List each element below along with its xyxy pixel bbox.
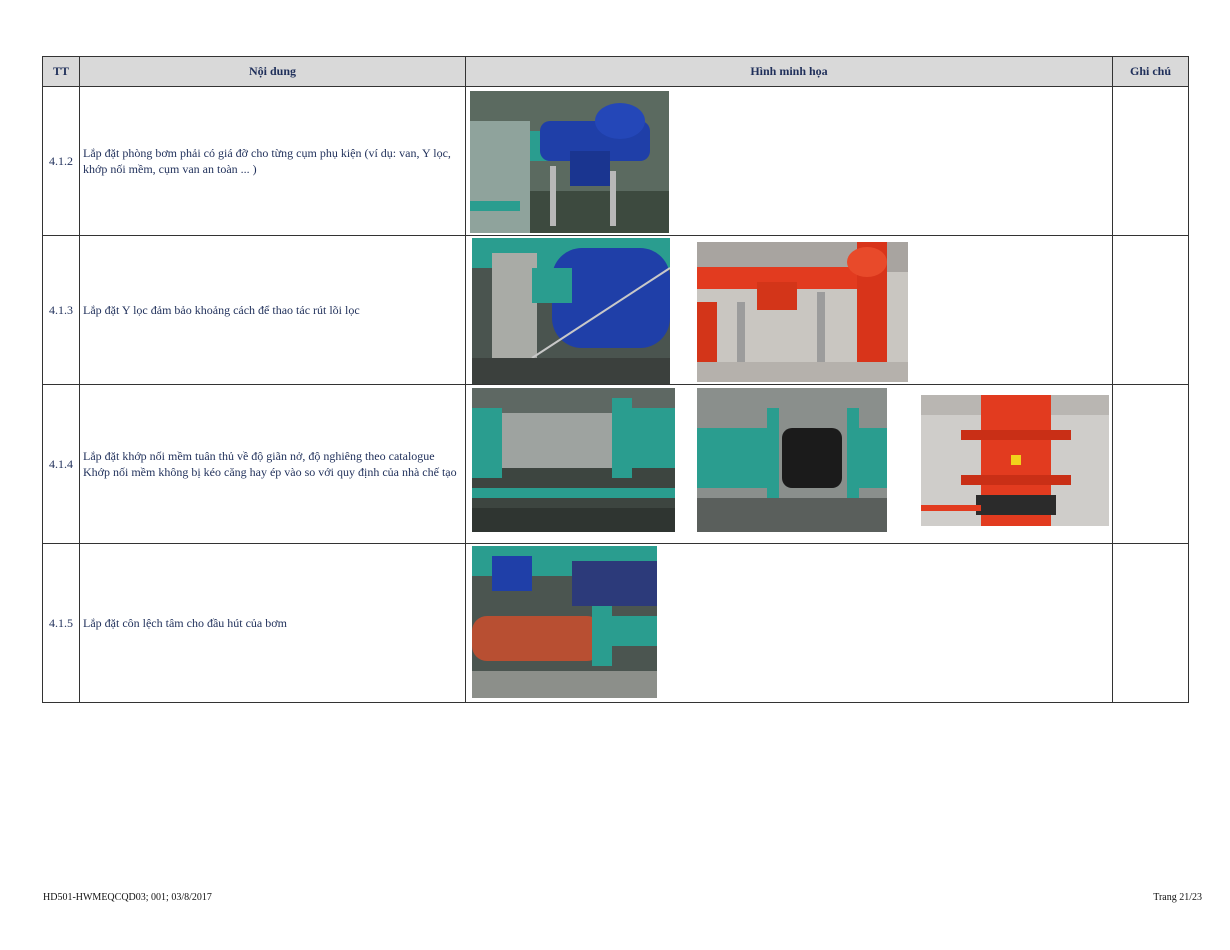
table-row: 4.1.3 Lắp đặt Y lọc đảm bảo khoảng cách … <box>42 235 1189 385</box>
row-number: 4.1.2 <box>42 86 80 236</box>
row-content-line-2: Khớp nối mềm không bị kéo căng hay ép và… <box>83 465 457 479</box>
row-illustrations <box>465 384 1113 544</box>
row-content: Lắp đặt phòng bơm phải có giá đỡ cho từn… <box>79 86 466 236</box>
row-number: 4.1.5 <box>42 543 80 703</box>
row-note <box>1112 384 1189 544</box>
row-number: 4.1.3 <box>42 235 80 385</box>
row-content: Lắp đặt côn lệch tâm cho đầu hút của bơm <box>79 543 466 703</box>
specification-table: TT Nội dung Hình minh họa Ghi chú 4.1.2 … <box>42 56 1189 703</box>
header-tt: TT <box>42 56 80 87</box>
photo-y-strainer-clearance <box>472 238 670 384</box>
photo-eccentric-reducer <box>472 546 657 698</box>
row-note <box>1112 543 1189 703</box>
footer-document-code: HD501-HWMEQCQD03; 001; 03/8/2017 <box>43 892 212 903</box>
photo-rubber-flex-joint <box>697 388 887 532</box>
row-illustrations <box>465 235 1113 385</box>
table-row: 4.1.4 Lắp đặt khớp nối mềm tuân thủ về đ… <box>42 384 1189 544</box>
row-illustrations <box>465 86 1113 236</box>
row-illustrations <box>465 543 1113 703</box>
row-number: 4.1.4 <box>42 384 80 544</box>
photo-red-flex-joint-riser <box>921 395 1109 526</box>
row-note <box>1112 86 1189 236</box>
header-images: Hình minh họa <box>465 56 1113 87</box>
photo-red-y-strainer <box>697 242 908 382</box>
header-content: Nội dung <box>79 56 466 87</box>
header-note: Ghi chú <box>1112 56 1189 87</box>
row-content: Lắp đặt khớp nối mềm tuân thủ về độ giãn… <box>79 384 466 544</box>
row-note <box>1112 235 1189 385</box>
table-header-row: TT Nội dung Hình minh họa Ghi chú <box>42 56 1189 87</box>
footer-page-number: Trang 21/23 <box>1153 892 1202 903</box>
photo-braided-flex-joint <box>472 388 675 532</box>
table-row: 4.1.5 Lắp đặt côn lệch tâm cho đầu hút c… <box>42 543 1189 703</box>
table-row: 4.1.2 Lắp đặt phòng bơm phải có giá đỡ c… <box>42 86 1189 236</box>
row-content-line-1: Lắp đặt khớp nối mềm tuân thủ về độ giãn… <box>83 449 435 463</box>
photo-pump-valve-supports <box>470 91 669 233</box>
row-content: Lắp đặt Y lọc đảm bảo khoảng cách để tha… <box>79 235 466 385</box>
